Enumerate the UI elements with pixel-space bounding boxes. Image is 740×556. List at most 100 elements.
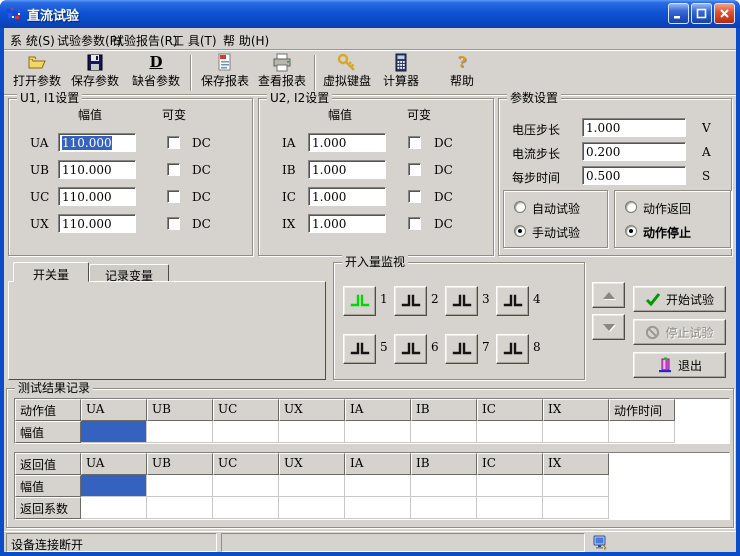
result-cell[interactable]: [609, 421, 675, 443]
column-header-uc[interactable]: UC: [213, 453, 279, 475]
column-header-ix[interactable]: IX: [543, 453, 609, 475]
contact-channel-6-button[interactable]: [394, 334, 427, 364]
ia-dc-checkbox[interactable]: [408, 136, 421, 149]
column-header-ua[interactable]: UA: [81, 453, 147, 475]
open-params-button[interactable]: 打开参数: [8, 53, 66, 93]
row-header-amplitude[interactable]: 幅值: [15, 421, 81, 443]
column-header-ua[interactable]: UA: [81, 399, 147, 421]
result-cell[interactable]: [279, 497, 345, 519]
column-header-ia[interactable]: IA: [345, 453, 411, 475]
view-report-button[interactable]: 查看报表: [253, 53, 311, 93]
save-params-button[interactable]: 保存参数: [66, 53, 124, 93]
column-header-ic[interactable]: IC: [477, 399, 543, 421]
result-cell[interactable]: [279, 475, 345, 497]
column-header-ub[interactable]: UB: [147, 453, 213, 475]
column-header-action-time[interactable]: 动作时间: [609, 399, 675, 421]
uc-input[interactable]: 110.000: [58, 187, 136, 206]
ua-input[interactable]: 110.000: [58, 133, 136, 152]
ua-dc-checkbox[interactable]: [167, 136, 180, 149]
contact-channel-3-button[interactable]: [445, 286, 478, 316]
menu-report[interactable]: 试验报告(R): [112, 32, 178, 49]
i2-variable-header: 可变: [407, 106, 431, 123]
column-header-ib[interactable]: IB: [411, 399, 477, 421]
tab-record-variable[interactable]: 记录变量: [89, 264, 169, 282]
result-cell-selected[interactable]: [81, 421, 147, 443]
ux-dc-checkbox[interactable]: [167, 217, 180, 230]
result-cell[interactable]: [345, 497, 411, 519]
menu-system[interactable]: 系 统(S): [10, 32, 55, 49]
tab-switch-quantity[interactable]: 开关量: [13, 262, 89, 282]
group-input-monitor-title: 开入量监视: [342, 255, 408, 269]
manual-test-radio[interactable]: [514, 225, 526, 237]
result-cell[interactable]: [543, 475, 609, 497]
contact-channel-7-button[interactable]: [445, 334, 478, 364]
auto-test-radio[interactable]: [514, 201, 526, 213]
step-up-button[interactable]: [592, 282, 625, 308]
step-down-button[interactable]: [592, 314, 625, 340]
result-cell[interactable]: [81, 497, 147, 519]
column-header-ic[interactable]: IC: [477, 453, 543, 475]
result-cell[interactable]: [411, 421, 477, 443]
close-button[interactable]: [714, 3, 735, 24]
contact-channel-4-button[interactable]: [496, 286, 529, 316]
contact-channel-1-button[interactable]: [343, 286, 376, 316]
row-header-return-coefficient[interactable]: 返回系数: [15, 497, 81, 519]
voltage-step-input[interactable]: 1.000: [582, 118, 686, 137]
ic-input[interactable]: 1.000: [308, 187, 386, 206]
result-cell[interactable]: [279, 421, 345, 443]
column-header-ix[interactable]: IX: [543, 399, 609, 421]
ib-input[interactable]: 1.000: [308, 160, 386, 179]
column-header-ux[interactable]: UX: [279, 453, 345, 475]
ix-input[interactable]: 1.000: [308, 214, 386, 233]
uc-dc-checkbox[interactable]: [167, 190, 180, 203]
action-return-radio[interactable]: [625, 201, 637, 213]
ib-dc-checkbox[interactable]: [408, 163, 421, 176]
result-cell[interactable]: [147, 421, 213, 443]
result-cell[interactable]: [411, 497, 477, 519]
stop-test-button[interactable]: 停止试验: [633, 319, 726, 345]
result-cell[interactable]: [543, 497, 609, 519]
step-time-input[interactable]: 0.500: [582, 166, 686, 185]
ub-input[interactable]: 110.000: [58, 160, 136, 179]
ux-input[interactable]: 110.000: [58, 214, 136, 233]
column-header-ib[interactable]: IB: [411, 453, 477, 475]
result-cell[interactable]: [147, 475, 213, 497]
result-cell[interactable]: [345, 421, 411, 443]
action-stop-radio[interactable]: [625, 225, 637, 237]
menu-help[interactable]: 帮 助(H): [223, 32, 269, 49]
ic-dc-checkbox[interactable]: [408, 190, 421, 203]
contact-channel-8-button[interactable]: [496, 334, 529, 364]
virtual-keyboard-button[interactable]: 虚拟键盘: [319, 53, 375, 93]
result-cell[interactable]: [213, 421, 279, 443]
result-cell[interactable]: [213, 497, 279, 519]
result-cell[interactable]: [477, 497, 543, 519]
minimize-button[interactable]: [668, 3, 689, 24]
ub-dc-checkbox[interactable]: [167, 163, 180, 176]
ix-dc-checkbox[interactable]: [408, 217, 421, 230]
start-test-button[interactable]: 开始试验: [633, 286, 726, 312]
result-cell[interactable]: [477, 475, 543, 497]
column-header-ia[interactable]: IA: [345, 399, 411, 421]
result-cell[interactable]: [345, 475, 411, 497]
save-report-button[interactable]: 保存报表: [196, 53, 254, 93]
contact-channel-5-button[interactable]: [343, 334, 376, 364]
calculator-button[interactable]: 计算器: [378, 53, 424, 93]
result-cell[interactable]: [147, 497, 213, 519]
column-header-ub[interactable]: UB: [147, 399, 213, 421]
result-cell[interactable]: [411, 475, 477, 497]
result-cell-selected[interactable]: [81, 475, 147, 497]
column-header-uc[interactable]: UC: [213, 399, 279, 421]
help-button[interactable]: ? 帮助: [434, 53, 490, 93]
row-header-amplitude[interactable]: 幅值: [15, 475, 81, 497]
current-step-input[interactable]: 0.200: [582, 142, 686, 161]
ia-input[interactable]: 1.000: [308, 133, 386, 152]
exit-button[interactable]: 退出: [633, 352, 726, 378]
default-params-button[interactable]: D 缺省参数: [127, 53, 185, 93]
menu-tools[interactable]: 工 具(T): [172, 32, 217, 49]
maximize-button[interactable]: [691, 3, 712, 24]
contact-channel-2-button[interactable]: [394, 286, 427, 316]
result-cell[interactable]: [213, 475, 279, 497]
column-header-ux[interactable]: UX: [279, 399, 345, 421]
result-cell[interactable]: [477, 421, 543, 443]
result-cell[interactable]: [543, 421, 609, 443]
